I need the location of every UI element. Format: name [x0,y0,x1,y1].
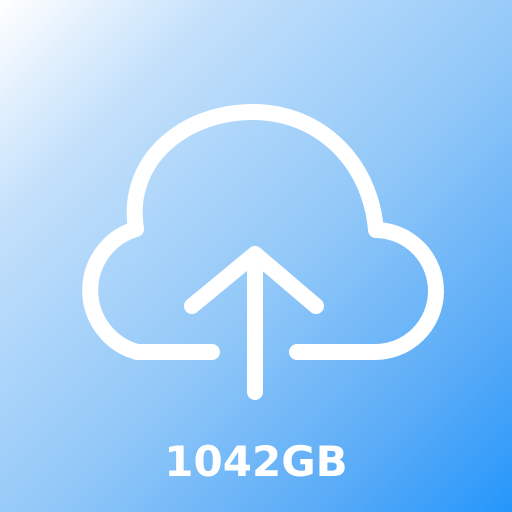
cloud-upload-tile[interactable]: 1042GB [0,0,512,512]
cloud-outline [82,104,444,361]
storage-size-label: 1042GB [164,437,348,486]
